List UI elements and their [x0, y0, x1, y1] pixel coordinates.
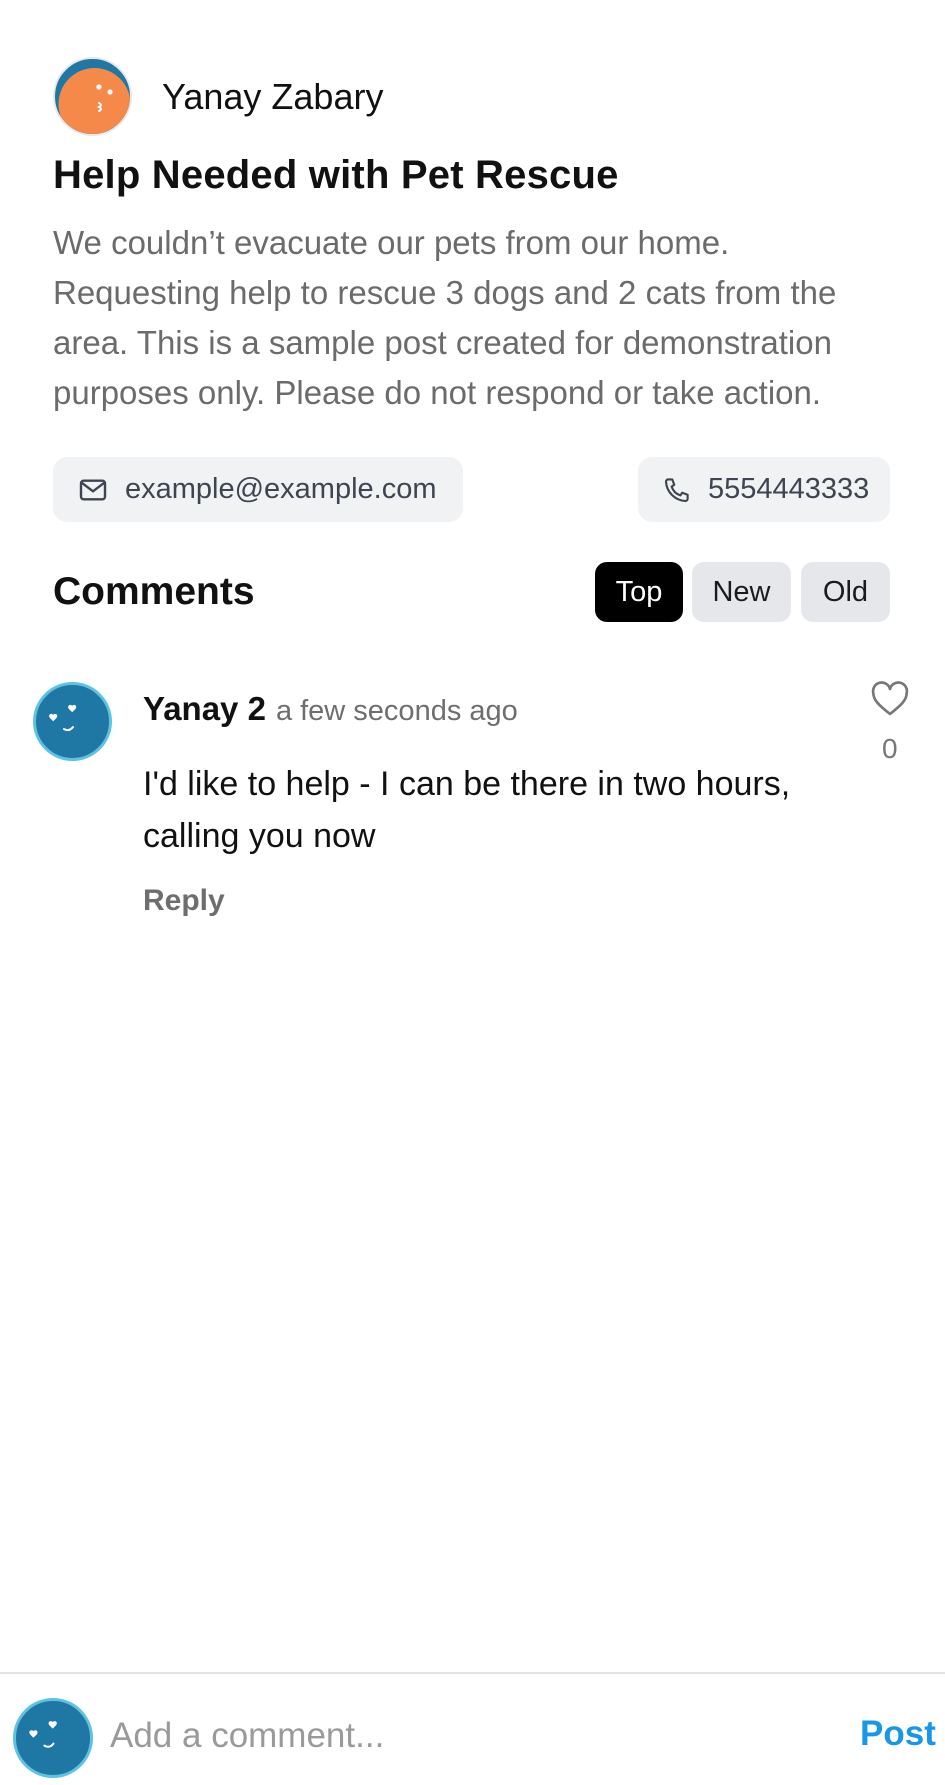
author-name[interactable]: Yanay Zabary: [162, 76, 383, 118]
sort-top-button[interactable]: Top: [595, 562, 683, 622]
comment-meta: Yanay 2 a few seconds ago: [143, 690, 518, 728]
avatar[interactable]: [53, 57, 132, 136]
like-button[interactable]: [870, 680, 914, 720]
comment-username[interactable]: Yanay 2: [143, 690, 266, 728]
comment-timestamp: a few seconds ago: [275, 695, 518, 727]
comment-input[interactable]: [110, 1704, 830, 1768]
orange-face-avatar-icon: [58, 68, 130, 134]
sort-new-button[interactable]: New: [692, 562, 791, 622]
email-chip[interactable]: example@example.com: [53, 457, 463, 522]
heart-eyes-avatar-icon: [49, 704, 77, 732]
mail-icon: [79, 478, 107, 501]
like-count: 0: [882, 733, 898, 764]
comment-text: I'd like to help - I can be there in two…: [143, 765, 791, 855]
heart-eyes-avatar-icon: [29, 1721, 57, 1748]
post-author: Yanay Zabary: [53, 57, 383, 136]
email-text: example@example.com: [125, 473, 437, 505]
post-title: Help Needed with Pet Rescue: [53, 153, 619, 197]
post-body: We couldn’t evacuate our pets from our h…: [53, 224, 837, 411]
phone-chip[interactable]: 5554443333: [638, 457, 890, 522]
sort-old-button[interactable]: Old: [801, 562, 890, 622]
comments-heading: Comments: [53, 570, 255, 613]
commenter-avatar[interactable]: [33, 682, 112, 761]
post-button[interactable]: Post: [860, 1714, 936, 1754]
post-detail-page: Yanay Zabary Help Needed with Pet Rescue…: [0, 0, 945, 1785]
heart-icon: [871, 681, 909, 716]
phone-text: 5554443333: [708, 473, 870, 505]
reply-button[interactable]: Reply: [143, 884, 225, 918]
phone-icon: [664, 477, 689, 502]
current-user-avatar: [13, 1698, 93, 1778]
comment-composer: Post: [0, 1672, 945, 1785]
